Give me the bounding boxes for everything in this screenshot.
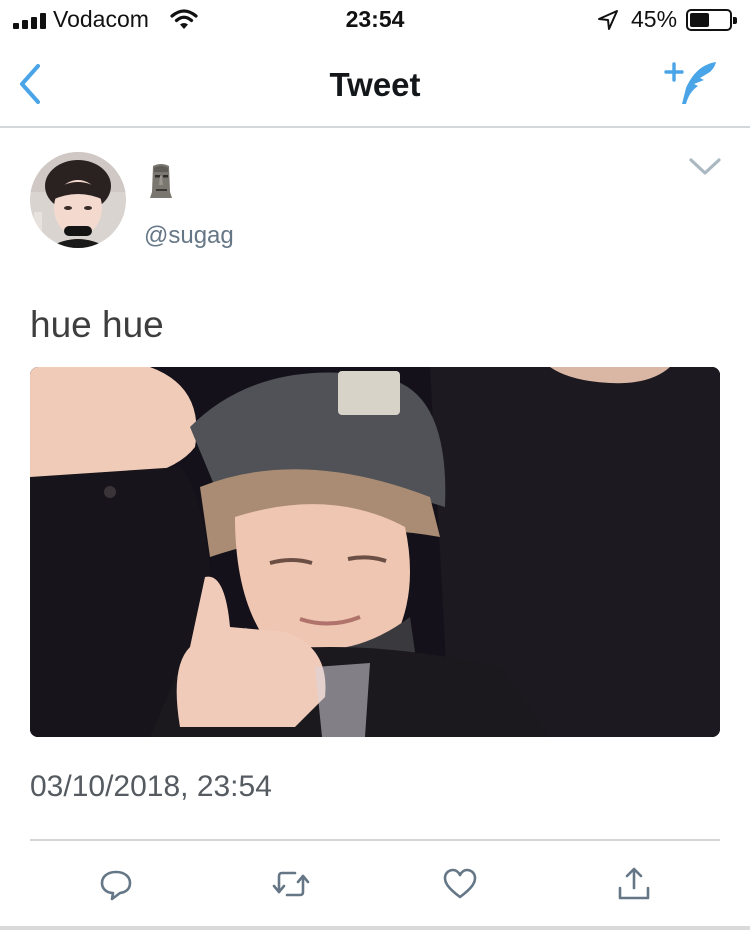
chevron-down-icon[interactable] [688, 154, 722, 180]
page-title: Tweet [329, 66, 421, 103]
tweet-timestamp: 03/10/2018, 23:54 [30, 770, 272, 803]
heart-icon[interactable] [442, 866, 478, 902]
navigation-bar: Tweet [0, 40, 750, 128]
moai-emoji-icon[interactable] [145, 162, 177, 200]
tweet-photo[interactable] [30, 367, 720, 737]
share-icon[interactable] [616, 866, 652, 902]
battery-icon [686, 9, 737, 31]
avatar[interactable] [30, 152, 126, 248]
tweet-text: hue hue [30, 304, 164, 345]
compose-tweet-icon[interactable] [664, 58, 722, 110]
reply-icon[interactable] [98, 866, 134, 902]
status-bar: Vodacom 23:54 45% [0, 0, 750, 40]
location-arrow-icon [598, 10, 618, 30]
battery-percent: 45% [631, 6, 678, 32]
retweet-icon[interactable] [271, 866, 311, 902]
bottom-edge [0, 926, 750, 930]
user-handle[interactable]: @sugag [144, 222, 234, 250]
divider [30, 839, 720, 841]
tweet-action-bar [0, 860, 750, 910]
